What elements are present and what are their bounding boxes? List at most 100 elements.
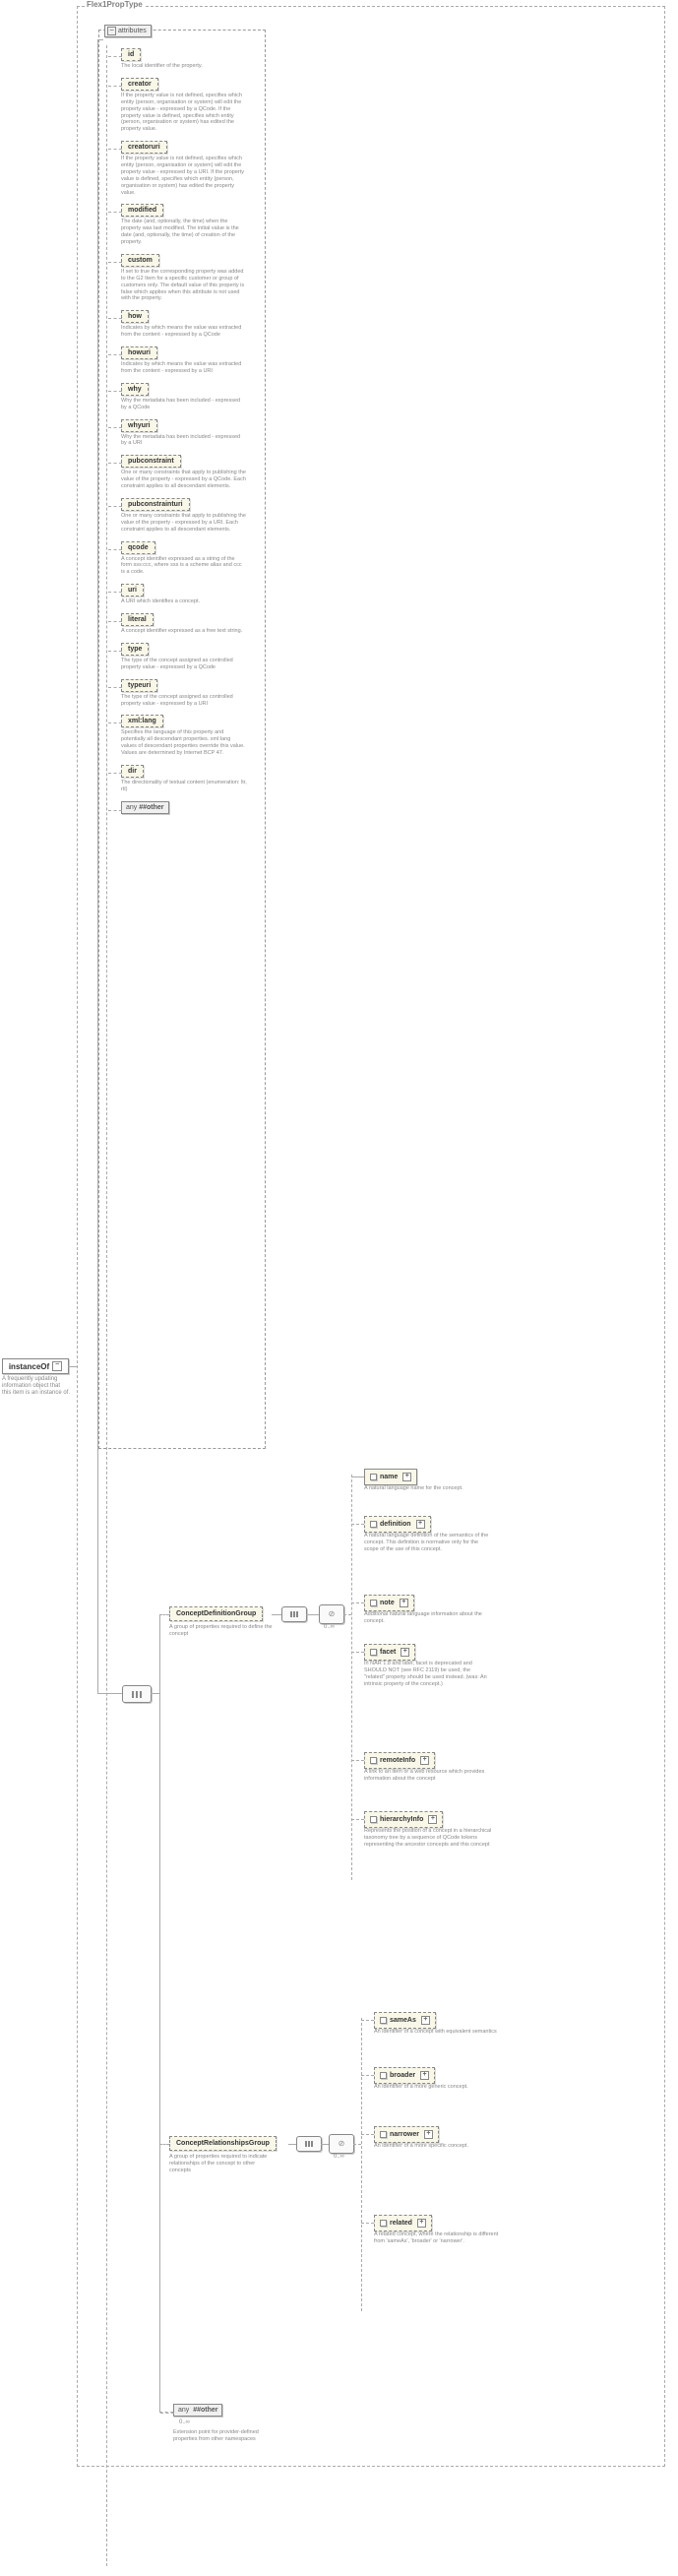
concept-definition-group[interactable]: ConceptDefinitionGroup [169, 1606, 263, 1621]
attributes-header[interactable]: − attributes [104, 25, 152, 37]
group-title-label: ConceptDefinitionGroup [176, 1610, 256, 1617]
element-note[interactable]: note+ [364, 1595, 414, 1611]
attribute-modified[interactable]: modified [121, 204, 163, 217]
element-decorator-icon [370, 1757, 377, 1764]
attribute-type[interactable]: type [121, 643, 149, 656]
any-other-attribute[interactable]: any ##other [121, 801, 169, 814]
element-desc: Represents the position of a concept in … [364, 1828, 492, 1849]
attribute-desc: The type of the concept assigned as cont… [121, 692, 247, 712]
group-title-label: ConceptRelationshipsGroup [176, 2140, 270, 2147]
any-other-element[interactable]: any ##other [173, 2404, 222, 2417]
attribute-pubconstrainturi[interactable]: pubconstrainturi [121, 498, 190, 511]
element-definition[interactable]: definition + [364, 1516, 431, 1533]
instanceof-element[interactable]: instanceOf − [2, 1358, 69, 1374]
attribute-how[interactable]: how [121, 310, 149, 323]
attribute-typeuri[interactable]: typeuri [121, 679, 157, 692]
flex1proptype-label: Flex1PropType [85, 0, 145, 9]
element-label: broader [390, 2072, 415, 2079]
attribute-dir[interactable]: dir [121, 765, 144, 778]
element-sameAs[interactable]: sameAs+ [374, 2012, 436, 2029]
element-desc: A related concept, where the relationshi… [374, 2231, 502, 2245]
element-label: definition [380, 1521, 411, 1528]
element-hierarchyInfo[interactable]: hierarchyInfo+ [364, 1811, 443, 1828]
attribute-desc: If the property value is not defined, sp… [121, 154, 247, 200]
occurrence-label: 0..∞ [179, 2419, 190, 2425]
connector-line [288, 2144, 296, 2145]
attribute-desc: The directionality of textual content (e… [121, 778, 247, 797]
element-remoteInfo[interactable]: remoteInfo+ [364, 1752, 435, 1769]
attribute-uri[interactable]: uri [121, 584, 144, 597]
attribute-custom[interactable]: custom [121, 254, 159, 267]
attributes-title: attributes [118, 28, 147, 34]
attribute-creatoruri[interactable]: creatoruri [121, 141, 167, 154]
element-decorator-icon [380, 2131, 387, 2138]
expand-icon[interactable]: + [402, 1473, 411, 1481]
expand-icon[interactable]: + [424, 2130, 433, 2139]
attribute-why[interactable]: why [121, 383, 149, 396]
connector-line [68, 1366, 77, 1367]
expand-icon[interactable]: + [428, 1815, 437, 1824]
connector-line [272, 1614, 281, 1615]
element-desc: In NAR 1.8 and later, facet is deprecate… [364, 1661, 492, 1688]
connector-line [353, 2144, 361, 2145]
concept-relationships-group[interactable]: ConceptRelationshipsGroup [169, 2136, 277, 2151]
connector-line [97, 39, 98, 1366]
connector-line [351, 1524, 364, 1525]
attribute-item: literalA concept identifier expressed as… [121, 613, 259, 639]
attribute-qcode[interactable]: qcode [121, 541, 155, 554]
collapse-icon[interactable]: − [107, 27, 116, 35]
element-desc: A link to an item or a web resource whic… [364, 1769, 492, 1783]
hash-other-label: ##other [193, 2407, 217, 2414]
any-label: any [178, 2407, 189, 2414]
attribute-id[interactable]: id [121, 48, 141, 61]
expand-icon[interactable]: + [401, 1648, 409, 1657]
occurrence-label: 0..∞ [334, 2154, 344, 2160]
attribute-creator[interactable]: creator [121, 78, 158, 91]
attribute-item: idThe local identifier of the property. [121, 48, 259, 74]
expand-icon[interactable]: + [420, 1756, 429, 1765]
expand-icon[interactable]: + [416, 1520, 425, 1529]
element-desc: A natural language definition of the sem… [364, 1533, 492, 1553]
expand-icon[interactable]: + [420, 2071, 429, 2080]
attribute-xml-lang[interactable]: xml:lang [121, 715, 163, 727]
connector-line [97, 1693, 122, 1694]
connector-line [361, 2134, 374, 2135]
attribute-literal[interactable]: literal [121, 613, 154, 626]
element-name[interactable]: name+ [364, 1469, 417, 1485]
expand-icon[interactable]: + [417, 2219, 426, 2228]
concept-relationships-group-desc: A group of properties required to indica… [169, 2154, 273, 2174]
occurrence-label: 0..∞ [324, 1624, 335, 1630]
attribute-desc: A URI which identifies a concept. [121, 597, 247, 609]
element-narrower[interactable]: narrower+ [374, 2126, 439, 2143]
attribute-item: typeuriThe type of the concept assigned … [121, 679, 259, 712]
attribute-item: howuriIndicates by which means the value… [121, 346, 259, 379]
canvas: Flex1PropType instanceOf − A frequently … [0, 0, 678, 2576]
sequence-compositor-icon [122, 1685, 152, 1703]
connector-line [97, 1366, 98, 1693]
element-broader[interactable]: broader + [374, 2067, 435, 2084]
connector-line [351, 1819, 364, 1820]
element-desc: An identifier of a concept with equivale… [374, 2029, 502, 2036]
attribute-howuri[interactable]: howuri [121, 346, 157, 359]
attribute-pubconstraint[interactable]: pubconstraint [121, 455, 181, 468]
expand-icon[interactable]: − [52, 1361, 62, 1371]
element-related[interactable]: related+ [374, 2215, 432, 2231]
attribute-desc: If set to true the corresponding propert… [121, 267, 247, 306]
expand-icon[interactable]: + [400, 1599, 408, 1607]
element-facet[interactable]: facet+ [364, 1644, 415, 1661]
attribute-item: pubconstrainturiOne or many constraints … [121, 498, 259, 537]
attribute-item: whyWhy the metadata has been included - … [121, 383, 259, 415]
attribute-desc: The date (and, optionally, the time) whe… [121, 217, 247, 250]
attribute-whyuri[interactable]: whyuri [121, 419, 157, 432]
attribute-item: typeThe type of the concept assigned as … [121, 643, 259, 675]
choice-compositor-icon: ⊘ [319, 1604, 344, 1624]
attribute-item: qcodeA concept identifier expressed as a… [121, 541, 259, 581]
attribute-desc: If the property value is not defined, sp… [121, 91, 247, 137]
element-decorator-icon [370, 1649, 377, 1656]
attribute-item: creatorIf the property value is not defi… [121, 78, 259, 137]
element-decorator-icon [380, 2017, 387, 2024]
expand-icon[interactable]: + [421, 2016, 430, 2025]
attribute-desc: Indicates by which means the value was e… [121, 323, 247, 343]
sequence-compositor-icon [296, 2136, 322, 2152]
attribute-item: howIndicates by which means the value wa… [121, 310, 259, 343]
